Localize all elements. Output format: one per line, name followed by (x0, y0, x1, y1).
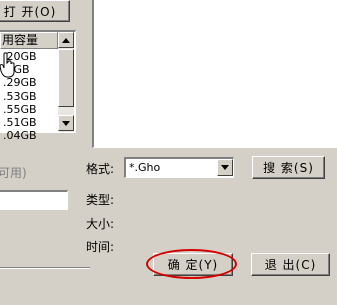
open-button-label: 打 开(O) (3, 4, 57, 19)
red-highlight-ellipse (146, 249, 237, 279)
disk-list[interactable]: 用容量 .20GB .4GB .29GB .53GB .55GB .51GB .… (0, 30, 76, 142)
search-button-label: 搜 索(S) (263, 161, 314, 175)
triangle-down-icon (62, 120, 70, 126)
disabled-label: 可用) (0, 166, 27, 180)
scroll-up-button[interactable] (58, 32, 74, 48)
list-item[interactable]: .04GB (0, 129, 58, 142)
triangle-down-icon (221, 165, 229, 170)
list-item[interactable]: .51GB (0, 116, 58, 129)
size-label: 大小: (86, 217, 115, 231)
list-item[interactable]: .53GB (0, 90, 58, 103)
list-item[interactable]: .29GB (0, 76, 58, 89)
format-label: 格式: (86, 162, 115, 176)
list-item[interactable]: .55GB (0, 103, 58, 116)
time-label: 时间: (86, 240, 115, 254)
file-list-panel[interactable] (92, 0, 337, 148)
column-header-capacity[interactable]: 用容量 (0, 32, 58, 49)
hand-pointer-icon (0, 52, 15, 78)
vertical-scrollbar[interactable] (58, 32, 74, 132)
left-input-field[interactable] (0, 190, 68, 210)
format-dropdown-value: *.Gho (129, 161, 161, 174)
exit-button[interactable]: 退 出(C) (251, 253, 330, 276)
ghost-dialog: 打 开(O) 用容量 .20GB .4GB .29GB .53GB .55GB … (0, 0, 337, 305)
open-button[interactable]: 打 开(O) (0, 0, 70, 22)
separator (0, 267, 90, 269)
scroll-down-button[interactable] (58, 115, 74, 131)
type-label: 类型: (86, 193, 115, 207)
format-dropdown[interactable]: *.Gho (124, 157, 234, 178)
dropdown-arrow-button[interactable] (217, 159, 233, 176)
triangle-up-icon (62, 37, 70, 43)
scrollbar-thumb[interactable] (58, 49, 74, 107)
search-button[interactable]: 搜 索(S) (252, 156, 325, 179)
exit-button-label: 退 出(C) (264, 258, 317, 272)
